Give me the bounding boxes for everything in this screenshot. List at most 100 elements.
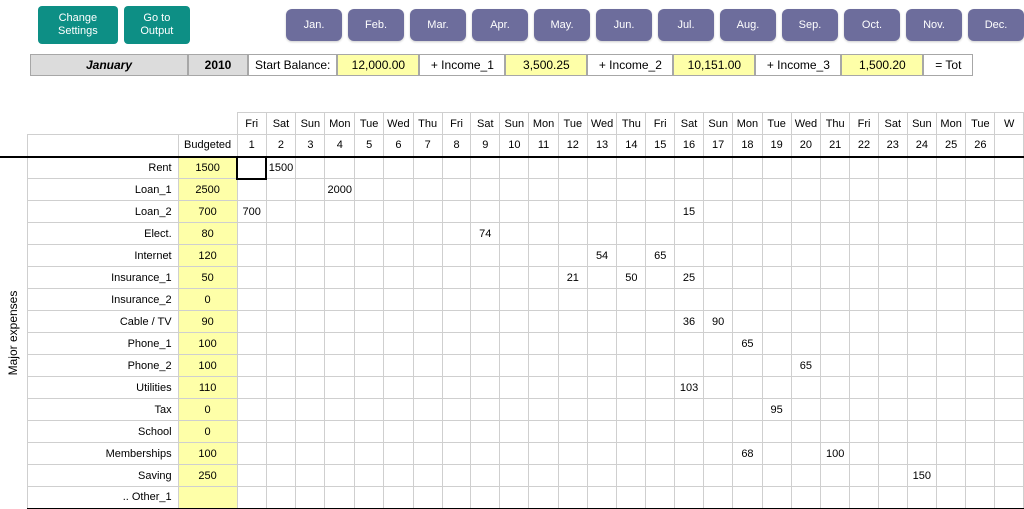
- expense-grid[interactable]: FriSatSunMonTueWedThuFriSatSunMonTueWedT…: [0, 112, 1024, 509]
- data-cell[interactable]: [558, 333, 587, 355]
- data-cell[interactable]: [966, 157, 995, 179]
- start-balance-value[interactable]: 12,000.00: [337, 54, 419, 76]
- data-cell[interactable]: [471, 355, 500, 377]
- data-cell[interactable]: [878, 465, 907, 487]
- data-cell[interactable]: [733, 355, 762, 377]
- data-cell[interactable]: [617, 311, 646, 333]
- data-cell[interactable]: [617, 201, 646, 223]
- data-cell[interactable]: [704, 201, 733, 223]
- data-cell[interactable]: [325, 201, 355, 223]
- data-cell[interactable]: [325, 377, 355, 399]
- month-button-sep[interactable]: Sep.: [782, 9, 838, 41]
- data-cell[interactable]: [850, 487, 879, 509]
- data-cell[interactable]: [384, 377, 413, 399]
- data-cell[interactable]: 700: [237, 201, 266, 223]
- data-cell[interactable]: [529, 333, 558, 355]
- data-cell[interactable]: [296, 157, 325, 179]
- month-button-aug[interactable]: Aug.: [720, 9, 776, 41]
- data-cell[interactable]: [558, 399, 587, 421]
- data-cell[interactable]: [384, 333, 413, 355]
- data-cell[interactable]: [878, 487, 907, 509]
- data-cell[interactable]: [704, 399, 733, 421]
- month-button-nov[interactable]: Nov.: [906, 9, 962, 41]
- data-cell[interactable]: [413, 267, 442, 289]
- data-cell[interactable]: [237, 157, 266, 179]
- data-cell[interactable]: [413, 223, 442, 245]
- data-cell[interactable]: [966, 487, 995, 509]
- data-cell[interactable]: 100: [821, 443, 850, 465]
- data-cell[interactable]: [704, 333, 733, 355]
- data-cell[interactable]: [646, 487, 675, 509]
- data-cell[interactable]: [821, 399, 850, 421]
- data-cell[interactable]: [995, 245, 1024, 267]
- data-cell[interactable]: [500, 399, 529, 421]
- data-cell[interactable]: [966, 399, 995, 421]
- data-cell[interactable]: [529, 355, 558, 377]
- data-cell[interactable]: [500, 267, 529, 289]
- data-cell[interactable]: [878, 157, 907, 179]
- data-cell[interactable]: [413, 355, 442, 377]
- data-cell[interactable]: [471, 157, 500, 179]
- data-cell[interactable]: [733, 377, 762, 399]
- data-cell[interactable]: [966, 443, 995, 465]
- budget-cell[interactable]: 700: [178, 201, 237, 223]
- data-cell[interactable]: [995, 157, 1024, 179]
- data-cell[interactable]: [704, 443, 733, 465]
- data-cell[interactable]: 68: [733, 443, 762, 465]
- data-cell[interactable]: [850, 201, 879, 223]
- data-cell[interactable]: [442, 421, 471, 443]
- data-cell[interactable]: [266, 223, 296, 245]
- data-cell[interactable]: [850, 289, 879, 311]
- data-cell[interactable]: [762, 201, 791, 223]
- data-cell[interactable]: [850, 267, 879, 289]
- data-cell[interactable]: [442, 399, 471, 421]
- data-cell[interactable]: [936, 355, 965, 377]
- data-cell[interactable]: [355, 377, 384, 399]
- data-cell[interactable]: [529, 465, 558, 487]
- data-cell[interactable]: [558, 377, 587, 399]
- month-button-jan[interactable]: Jan.: [286, 9, 342, 41]
- data-cell[interactable]: [587, 421, 616, 443]
- data-cell[interactable]: [266, 465, 296, 487]
- data-cell[interactable]: [500, 355, 529, 377]
- data-cell[interactable]: [617, 443, 646, 465]
- data-cell[interactable]: [675, 465, 704, 487]
- data-cell[interactable]: [878, 267, 907, 289]
- data-cell[interactable]: [529, 311, 558, 333]
- data-cell[interactable]: [500, 289, 529, 311]
- data-cell[interactable]: [471, 201, 500, 223]
- budget-cell[interactable]: 1500: [178, 157, 237, 179]
- data-cell[interactable]: [558, 201, 587, 223]
- data-cell[interactable]: [384, 355, 413, 377]
- data-cell[interactable]: [733, 245, 762, 267]
- data-cell[interactable]: [878, 421, 907, 443]
- data-cell[interactable]: [355, 311, 384, 333]
- data-cell[interactable]: [442, 267, 471, 289]
- data-cell[interactable]: [966, 311, 995, 333]
- month-button-may[interactable]: May.: [534, 9, 590, 41]
- data-cell[interactable]: [821, 487, 850, 509]
- data-cell[interactable]: [266, 179, 296, 201]
- data-cell[interactable]: [471, 377, 500, 399]
- data-cell[interactable]: [296, 245, 325, 267]
- data-cell[interactable]: [646, 267, 675, 289]
- data-cell[interactable]: [442, 311, 471, 333]
- data-cell[interactable]: [907, 289, 936, 311]
- data-cell[interactable]: [325, 487, 355, 509]
- data-cell[interactable]: [558, 443, 587, 465]
- data-cell[interactable]: [413, 289, 442, 311]
- data-cell[interactable]: [442, 377, 471, 399]
- budget-cell[interactable]: 100: [178, 355, 237, 377]
- data-cell[interactable]: [733, 267, 762, 289]
- income3-value[interactable]: 1,500.20: [841, 54, 923, 76]
- data-cell[interactable]: [704, 487, 733, 509]
- data-cell[interactable]: [237, 465, 266, 487]
- data-cell[interactable]: [471, 267, 500, 289]
- data-cell[interactable]: [500, 487, 529, 509]
- data-cell[interactable]: [966, 333, 995, 355]
- budget-cell[interactable]: 250: [178, 465, 237, 487]
- data-cell[interactable]: [936, 245, 965, 267]
- data-cell[interactable]: [936, 443, 965, 465]
- data-cell[interactable]: 36: [675, 311, 704, 333]
- data-cell[interactable]: [384, 245, 413, 267]
